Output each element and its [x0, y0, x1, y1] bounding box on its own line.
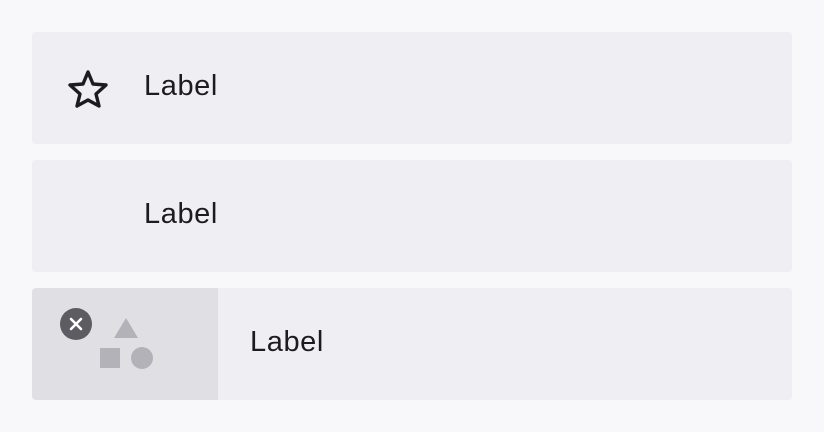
list-item-label: Label	[250, 326, 324, 358]
star-icon	[67, 69, 109, 109]
close-icon	[69, 317, 83, 331]
list-item-plain[interactable]: Label	[32, 160, 792, 272]
list-item-starred[interactable]: Label	[32, 32, 792, 144]
media-thumbnail	[32, 288, 218, 400]
remove-badge[interactable]	[60, 308, 92, 340]
shapes-icon	[98, 318, 154, 370]
list-item-label: Label	[144, 198, 218, 230]
list-item-label: Label	[144, 70, 218, 102]
list-item-media[interactable]: Label	[32, 288, 792, 400]
